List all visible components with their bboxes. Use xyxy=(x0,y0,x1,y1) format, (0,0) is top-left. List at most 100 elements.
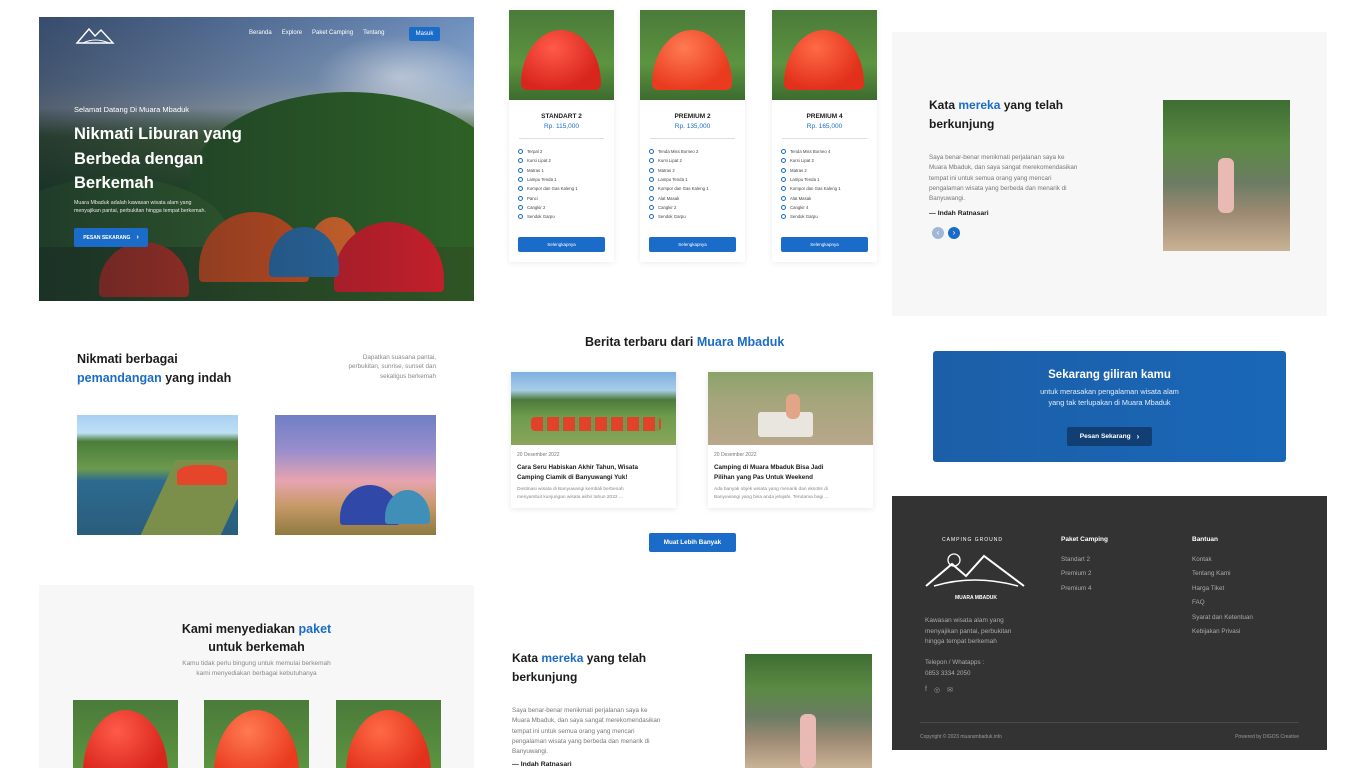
testimonial-author: — Indah Ratnasari xyxy=(512,761,572,768)
check-icon xyxy=(649,158,654,164)
check-icon xyxy=(518,158,523,164)
hero-title: Nikmati Liburan yang Berbeda dengan Berk… xyxy=(74,125,242,192)
tent-image xyxy=(177,465,227,485)
list-item: Panci xyxy=(518,193,605,202)
next-arrow-icon[interactable]: › xyxy=(948,227,960,239)
chevron-right-icon: › xyxy=(1136,432,1140,441)
check-icon xyxy=(518,177,523,183)
package-features: Tenda Miss Borneo 2 Kursi Lipat 2 Matras… xyxy=(640,147,745,221)
list-item: Sendok Garpu xyxy=(781,212,868,221)
tent-image xyxy=(336,700,441,768)
list-item: Terpal 2 xyxy=(518,147,605,156)
check-icon xyxy=(649,186,654,192)
testimonial-author: — Indah Ratnasari xyxy=(929,210,989,217)
list-item: Lampu Tenda 1 xyxy=(781,175,868,184)
offer-description: Kamu tidak perlu bingung untuk memulai b… xyxy=(182,660,331,677)
offer-title: Kami menyediakan paket untuk berkemah xyxy=(181,622,332,654)
facebook-icon[interactable]: f xyxy=(925,686,927,694)
list-item: Tenda Miss Borneo 4 xyxy=(781,147,868,156)
copyright: Copyright © 2023 muarambaduk.info xyxy=(920,734,1002,740)
list-item: Kursi Lipat 2 xyxy=(781,156,868,165)
list-item: Lampu Tenda 1 xyxy=(518,175,605,184)
nav-paket-camping[interactable]: Paket Camping xyxy=(312,30,353,36)
package-features: Terpal 2 Kursi Lipat 2 Matras 1 Lampu Te… xyxy=(509,147,614,221)
divider xyxy=(782,138,867,139)
nav-explore[interactable]: Explore xyxy=(282,30,302,36)
person-image xyxy=(1218,158,1234,213)
list-item: Cangkir 2 xyxy=(518,203,605,212)
views-section: Nikmati berbagai pemandangan yang indah … xyxy=(39,318,474,568)
nav-beranda[interactable]: Beranda xyxy=(249,30,272,36)
load-more-button[interactable]: Muat Lebih Banyak xyxy=(649,533,736,552)
check-icon xyxy=(781,167,786,173)
check-icon xyxy=(649,204,654,210)
list-item: Kursi Lipat 2 xyxy=(649,156,736,165)
views-title: Nikmati berbagai pemandangan yang indah xyxy=(77,352,232,385)
check-icon xyxy=(518,167,523,173)
list-item: Sendok Garpu xyxy=(649,212,736,221)
list-item: Kompor dan Gas Kaleng 1 xyxy=(518,184,605,193)
person-image xyxy=(800,714,816,768)
check-icon xyxy=(781,214,786,220)
mail-icon[interactable]: ✉ xyxy=(947,686,953,694)
instagram-icon[interactable]: ◎ xyxy=(934,686,940,694)
nav-tentang[interactable]: Tentang xyxy=(363,30,384,36)
footer-contact: Telepon / Whatapps : 0853 3334 2050 xyxy=(925,659,985,677)
main-nav: Beranda Explore Paket Camping Tentang xyxy=(239,30,384,36)
news-card[interactable]: 20 Desember 2022 Cara Seru Habiskan Akhi… xyxy=(511,372,676,508)
mountain-logo-icon[interactable] xyxy=(75,25,115,45)
check-icon xyxy=(781,177,786,183)
login-button[interactable]: Masuk xyxy=(409,27,440,41)
list-item: Kursi Lipat 2 xyxy=(518,156,605,165)
news-image xyxy=(708,372,873,445)
cta-banner: Sekarang giliran kamu untuk merasakan pe… xyxy=(933,351,1286,462)
visitor-photo xyxy=(745,654,872,768)
list-item: Kompor dan Gas Kaleng 1 xyxy=(649,184,736,193)
news-card[interactable]: 20 Desember 2022 Camping di Muara Mbaduk… xyxy=(708,372,873,508)
check-icon xyxy=(649,167,654,173)
package-card-standart-2: STANDART 2 Rp. 115,000 Terpal 2 Kursi Li… xyxy=(509,10,614,262)
footer-logo-top: CAMPING GROUND xyxy=(942,537,1003,543)
footer-about: Kawasan wisata alam yang menyajikan pant… xyxy=(925,617,1012,645)
news-title: Berita terbaru dari Muara Mbaduk xyxy=(585,335,785,349)
divider xyxy=(920,722,1299,723)
hero-section: Beranda Explore Paket Camping Tentang Ma… xyxy=(39,17,474,301)
hero-description: Muara Mbaduk adalah kawasan wisata alam … xyxy=(74,200,206,215)
list-item: Cangkir 4 xyxy=(781,203,868,212)
riverside-camp-image xyxy=(77,415,238,535)
prev-arrow-icon[interactable]: ‹ xyxy=(932,227,944,239)
powered-by: Powered by DIGOS Creative xyxy=(1235,734,1299,740)
check-icon xyxy=(518,204,523,210)
hero-welcome: Selamat Datang Di Muara Mbaduk xyxy=(74,105,190,114)
person-image xyxy=(786,394,800,419)
tent-image xyxy=(73,700,178,768)
check-icon xyxy=(781,186,786,192)
news-headline[interactable]: Cara Seru Habiskan Akhir Tahun, Wisata C… xyxy=(517,463,670,483)
check-icon xyxy=(518,186,523,192)
list-item: Matras 2 xyxy=(649,166,736,175)
detail-button[interactable]: Selengkapnya xyxy=(649,237,736,252)
check-icon xyxy=(518,149,523,155)
list-item: Sendok Garpu xyxy=(518,212,605,221)
detail-button[interactable]: Selengkapnya xyxy=(781,237,868,252)
check-icon xyxy=(649,149,654,155)
divider xyxy=(650,138,735,139)
check-icon xyxy=(649,214,654,220)
visitor-photo xyxy=(1163,100,1290,251)
sunset-camp-image xyxy=(275,415,436,535)
mountain-logo-icon[interactable] xyxy=(924,546,1026,590)
news-image xyxy=(511,372,676,445)
detail-button[interactable]: Selengkapnya xyxy=(518,237,605,252)
package-card-premium-2: PREMIUM 2 Rp. 135,000 Tenda Miss Borneo … xyxy=(640,10,745,262)
list-item: Alat Masak xyxy=(781,193,868,202)
check-icon xyxy=(518,214,523,220)
news-headline[interactable]: Camping di Muara Mbaduk Bisa Jadi Piliha… xyxy=(714,463,867,483)
list-item: Cangkir 2 xyxy=(649,203,736,212)
book-now-button[interactable]: PESAN SEKARANG › xyxy=(74,228,148,247)
list-item: Lampu Tenda 1 xyxy=(649,175,736,184)
testimonial-section: Kata mereka yang telah berkunjung Saya b… xyxy=(892,32,1327,316)
cta-book-button[interactable]: Pesan Sekarang › xyxy=(1067,427,1152,446)
package-card-premium-4: PREMIUM 4 Rp. 165,000 Tenda Miss Borneo … xyxy=(772,10,877,262)
check-icon xyxy=(649,195,654,201)
check-icon xyxy=(781,158,786,164)
